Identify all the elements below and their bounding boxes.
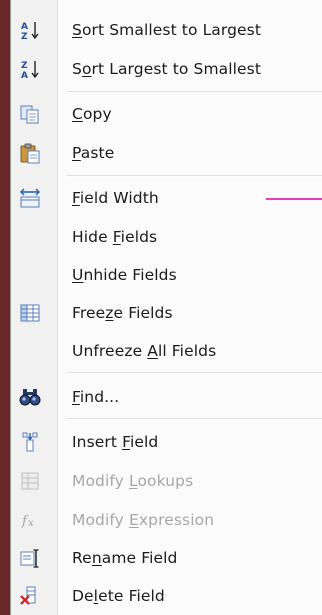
insert-field-icon — [19, 431, 41, 453]
menu-item-unfreeze-all-fields[interactable]: Unfreeze All Fields — [11, 334, 322, 368]
delete-field-icon — [19, 585, 41, 607]
svg-text:x: x — [28, 518, 34, 529]
sort-descending-icon: Z A — [19, 58, 41, 80]
menu-item-paste[interactable]: Paste — [11, 136, 322, 170]
menu-item-rename-field[interactable]: Rename Field — [11, 541, 322, 575]
menu-item-label: Unhide Fields — [72, 266, 177, 284]
menu-item-label: Find... — [72, 388, 120, 406]
menu-item-modify-expression[interactable]: f x Modify Expression — [11, 503, 322, 537]
menu-item-hide-fields[interactable]: Hide Fields — [11, 220, 322, 254]
rename-field-icon — [19, 547, 41, 569]
menu-item-modify-lookups[interactable]: Modify Lookups — [11, 464, 322, 498]
menu-item-label: Sort Smallest to Largest — [72, 21, 262, 39]
find-binoculars-icon — [19, 386, 41, 408]
menu-item-label: Modify Lookups — [72, 472, 194, 490]
paste-icon — [19, 142, 41, 164]
menu-item-unhide-fields[interactable]: Unhide Fields — [11, 258, 322, 292]
copy-icon — [19, 103, 41, 125]
menu-item-label: Freeze Fields — [72, 304, 173, 322]
modify-lookups-icon — [19, 470, 41, 492]
menu-item-label: Hide Fields — [72, 228, 158, 246]
menu-item-sort-largest-to-smallest[interactable]: Z A Sort Largest to Smallest — [11, 52, 322, 86]
svg-text:A: A — [21, 22, 28, 32]
menu-item-insert-field[interactable]: Insert Field — [11, 425, 322, 459]
modify-expression-icon: f x — [19, 509, 41, 531]
menu-item-label: Field Width — [72, 189, 159, 207]
field-width-icon — [19, 187, 41, 209]
menu-item-label: Modify Expression — [72, 511, 215, 529]
menu-item-label: Insert Field — [72, 433, 159, 451]
menu-item-label: Sort Largest to Smallest — [72, 60, 262, 78]
menu-item-delete-field[interactable]: Delete Field — [11, 579, 322, 613]
menu-item-sort-smallest-to-largest[interactable]: A Z Sort Smallest to Largest — [11, 13, 322, 47]
svg-text:Z: Z — [21, 32, 28, 41]
menu-item-find[interactable]: Find... — [11, 380, 322, 414]
context-menu: A Z Sort Smallest to Largest Z A Sort La… — [10, 0, 322, 615]
svg-text:A: A — [21, 71, 28, 80]
menu-item-label: Unfreeze All Fields — [72, 342, 217, 360]
svg-text:Z: Z — [21, 61, 28, 71]
sort-ascending-icon: A Z — [19, 19, 41, 41]
menu-item-label: Delete Field — [72, 587, 165, 605]
menu-item-freeze-fields[interactable]: Freeze Fields — [11, 296, 322, 330]
menu-item-label: Copy — [72, 105, 112, 123]
pointer-line-annotation — [266, 198, 322, 200]
menu-item-label: Paste — [72, 144, 115, 162]
menu-item-copy[interactable]: Copy — [11, 97, 322, 131]
menu-item-label: Rename Field — [72, 549, 178, 567]
freeze-fields-icon — [19, 302, 41, 324]
